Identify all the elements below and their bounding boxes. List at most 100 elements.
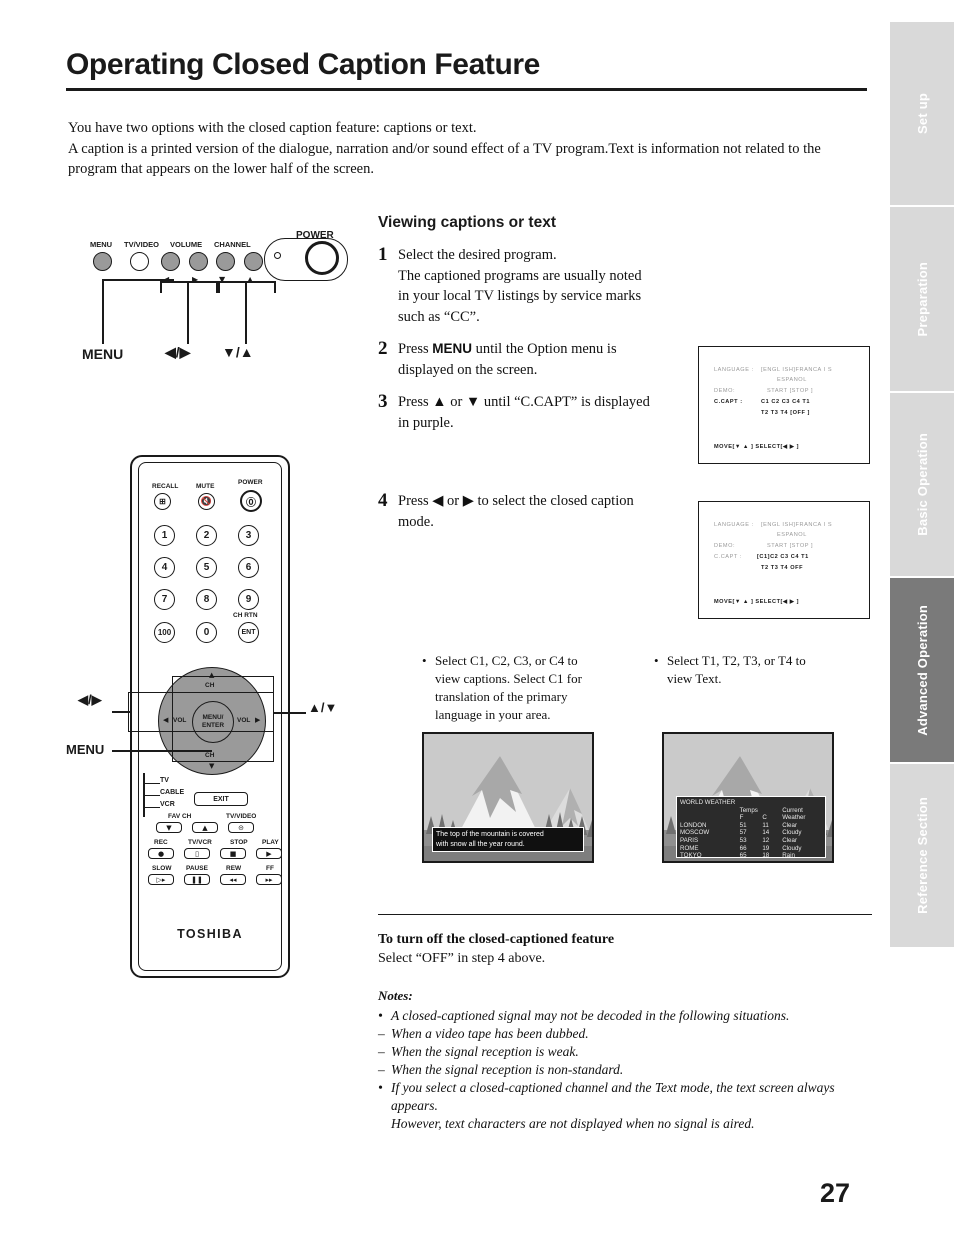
remote-key-0[interactable]: 0	[196, 622, 217, 643]
up-arrow-icon: ▲	[247, 275, 254, 284]
table-row: PARIS 53 12 Clear	[680, 837, 822, 845]
remote-button-stop[interactable]: ■	[220, 848, 246, 859]
panel-button-menu[interactable]	[93, 252, 112, 271]
tab-label: Set up	[914, 93, 930, 135]
step-number: 4	[378, 490, 388, 511]
tab-preparation[interactable]: Preparation	[890, 207, 954, 393]
remote-callout-leftright: ◀/▶	[78, 692, 102, 707]
weather-cond: Clear	[782, 821, 798, 829]
text-mode-overlay: WORLD WEATHER Temps Current F C Weather …	[676, 796, 826, 860]
note-text: If you select a closed-captioned channel…	[391, 1080, 835, 1095]
panel-button-power[interactable]	[305, 241, 339, 275]
osd-ccapt-row-2[interactable]: T2 T3 T4 [OFF ]	[761, 410, 810, 416]
osd-ccapt-row-1[interactable]: [C1]C2 C3 C4 T1	[757, 554, 809, 560]
step-4: 4 Press ◀ or ▶ to select the closed capt…	[378, 491, 688, 532]
bullet-line: language in your area.	[435, 707, 551, 722]
remote-callout-menu: MENU	[66, 742, 105, 757]
remote-key-7[interactable]: 7	[154, 589, 175, 610]
step-3: 3 Press ▲ or ▼ until “C.CAPT” is display…	[378, 392, 688, 433]
remote-key-1[interactable]: 1	[154, 525, 175, 546]
remote-label-ff: FF	[266, 865, 274, 872]
intro-line-1: You have two options with the closed cap…	[68, 120, 477, 136]
tab-advanced-operation[interactable]: Advanced Operation	[890, 578, 954, 764]
note-item: – When the signal reception is weak.	[378, 1043, 868, 1061]
remote-button-rew[interactable]: ◂◂	[220, 874, 246, 885]
osd-language-values-2: ESPANOL	[777, 532, 807, 538]
step-2: 2 Press MENU until the Option menu is di…	[378, 339, 678, 380]
remote-button-fav-ch-up[interactable]: ▲	[192, 822, 218, 833]
weather-cond: Cloudy	[782, 829, 802, 837]
panel-button-tvvideo[interactable]	[130, 252, 149, 271]
leader-ch-v	[245, 281, 247, 344]
remote-label-tv-vcr: TV/VCR	[188, 839, 212, 846]
remote-key-4[interactable]: 4	[154, 557, 175, 578]
step-line: Press ◀ or ▶ to select the closed captio…	[398, 493, 634, 509]
step-line: Select the desired program.	[398, 247, 557, 263]
note-item: • If you select a closed-captioned chann…	[378, 1079, 872, 1097]
remote-button-ff[interactable]: ▸▸	[256, 874, 282, 885]
remote-button-fav-ch-down[interactable]: ▼	[156, 822, 182, 833]
remote-button-play[interactable]: ▶	[256, 848, 282, 859]
osd-ccapt-row-1[interactable]: C1 C2 C3 C4 T1	[761, 399, 810, 405]
panel-button-channel-up[interactable]	[244, 252, 263, 271]
remote-button-rec[interactable]: ●	[148, 848, 174, 859]
notes-title: Notes:	[378, 988, 413, 1003]
weather-c: 11	[762, 821, 769, 829]
bullet-line: view Text.	[667, 671, 722, 686]
step-line: in your local TV listings by service mar…	[398, 288, 642, 304]
remote-key-3[interactable]: 3	[238, 525, 259, 546]
step-text: Press ▲ or ▼ until “C.CAPT” is displayed…	[398, 392, 650, 433]
tab-basic-operation[interactable]: Basic Operation	[890, 392, 954, 579]
panel-button-channel-down[interactable]	[216, 252, 235, 271]
mode-line-cable	[144, 795, 160, 797]
note-text: However, text characters are not display…	[391, 1116, 755, 1131]
step-number: 2	[378, 338, 388, 359]
remote-button-mute[interactable]: 🔇	[198, 493, 215, 510]
panel-button-volume-up[interactable]	[189, 252, 208, 271]
osd-language-label: LANGUAGE :	[714, 367, 754, 373]
footer-divider	[378, 914, 872, 916]
weather-city: ROME	[680, 844, 699, 852]
closed-caption-overlay: The top of the mountain is covered with …	[432, 827, 584, 852]
weather-city: TOKYO	[680, 852, 702, 860]
panel-button-volume-down[interactable]	[161, 252, 180, 271]
step-line: such as “CC”.	[398, 308, 480, 325]
tab-set-up[interactable]: Set up	[890, 22, 954, 208]
osd-ccapt-row-2[interactable]: T2 T3 T4 OFF	[761, 565, 803, 571]
step-line: in purple.	[398, 414, 454, 431]
remote-button-exit[interactable]: EXIT	[194, 792, 248, 806]
remote-mode-cable: CABLE	[160, 789, 185, 796]
remote-button-tv-vcr[interactable]: ▯	[184, 848, 210, 859]
recall-icon: ⊞	[159, 497, 166, 506]
tv-screenshot-captions: The top of the mountain is covered with …	[422, 732, 594, 863]
remote-key-6[interactable]: 6	[238, 557, 259, 578]
remote-label-rec: REC	[154, 839, 168, 846]
weather-c: 19	[762, 844, 770, 852]
remote-button-slow[interactable]: ▷▸	[148, 874, 174, 885]
remote-key-2[interactable]: 2	[196, 525, 217, 546]
page-title: Operating Closed Caption Feature	[66, 48, 540, 81]
remote-key-ent[interactable]: ENT	[238, 622, 259, 643]
mode-switch-rail	[143, 773, 145, 817]
note-marker-icon: –	[378, 1062, 385, 1077]
weather-f: 66	[739, 844, 747, 852]
weather-f: 53	[739, 836, 747, 844]
weather-table: Temps Current F C Weather LONDON 51 11 C…	[680, 807, 822, 860]
remote-key-9[interactable]: 9	[238, 589, 259, 610]
note-text: When the signal reception is weak.	[391, 1044, 579, 1059]
note-text: When the signal reception is non-standar…	[391, 1062, 624, 1077]
remote-key-8[interactable]: 8	[196, 589, 217, 610]
remote-key-100[interactable]: 100	[154, 622, 175, 643]
ring-down-arrow-icon: ▼	[209, 762, 215, 770]
step-pre: Press	[398, 341, 433, 357]
weather-header-temps: Temps	[739, 806, 758, 814]
remote-button-power[interactable]: ⓪	[240, 490, 262, 512]
osd-footer-hints: MOVE[▼ ▲ ] SELECT[◀ ▶ ]	[714, 599, 799, 605]
remote-button-recall[interactable]: ⊞	[154, 493, 171, 510]
remote-button-pause[interactable]: ❚❚	[184, 874, 210, 885]
tv-control-panel-diagram: MENU TV/VIDEO VOLUME CHANNEL POWER ◀ ▶ ▼…	[68, 228, 368, 373]
tab-reference-section[interactable]: Reference Section	[890, 763, 954, 948]
remote-button-tv-video[interactable]: ⊝	[228, 822, 254, 833]
weather-header-row-1: Temps Current	[680, 807, 822, 815]
remote-key-5[interactable]: 5	[196, 557, 217, 578]
